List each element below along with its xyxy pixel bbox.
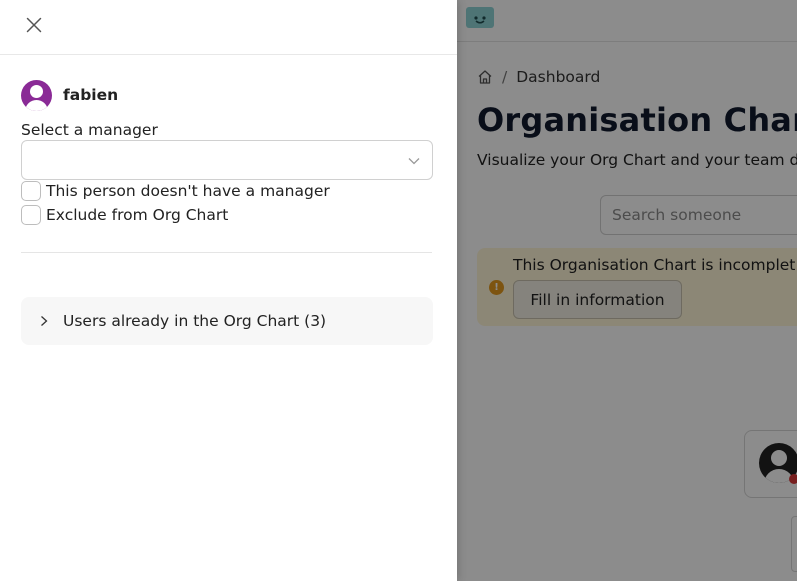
user-name: fabien — [63, 86, 119, 104]
drawer-header — [0, 0, 457, 55]
close-button[interactable] — [22, 13, 46, 37]
no-manager-label[interactable]: This person doesn't have a manager — [46, 182, 330, 200]
avatar — [21, 79, 52, 111]
exclude-checkbox[interactable] — [21, 205, 41, 225]
close-icon — [26, 17, 42, 33]
manager-select[interactable] — [21, 140, 433, 180]
exclude-label[interactable]: Exclude from Org Chart — [46, 206, 228, 224]
exclude-option[interactable]: Exclude from Org Chart — [21, 204, 228, 226]
collapse-label: Users already in the Org Chart (3) — [63, 312, 327, 330]
chevron-right-icon — [38, 314, 50, 328]
users-in-org-chart-collapse[interactable]: Users already in the Org Chart (3) — [21, 297, 433, 345]
manager-drawer: fabien Select a manager This person does… — [0, 0, 457, 581]
no-manager-checkbox[interactable] — [21, 181, 41, 201]
manager-field-label: Select a manager — [21, 121, 158, 139]
chevron-down-icon — [408, 158, 420, 165]
divider — [21, 252, 432, 253]
user-row: fabien — [21, 79, 119, 111]
no-manager-option[interactable]: This person doesn't have a manager — [21, 180, 330, 202]
